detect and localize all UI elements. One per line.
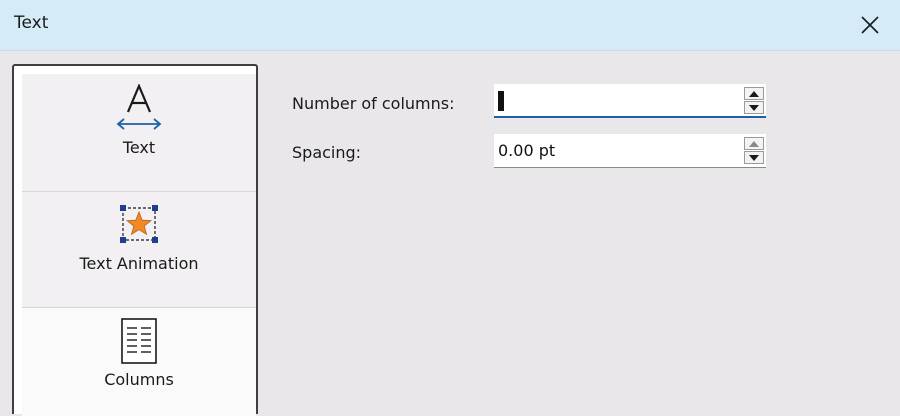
- spacing-label: Spacing:: [292, 143, 362, 162]
- sidebar-item-label: Columns: [104, 370, 174, 389]
- sidebar-item-text[interactable]: Text: [22, 74, 256, 192]
- spacing-field: [494, 134, 766, 168]
- sidebar-item-label: Text: [122, 138, 156, 157]
- arrow-down-icon: [749, 154, 759, 161]
- columns-icon: [121, 318, 157, 364]
- sidebar-item-label: Text Animation: [79, 254, 199, 273]
- spacing-increment-button[interactable]: [744, 137, 764, 150]
- columns-input[interactable]: [494, 84, 730, 116]
- sidebar-item-columns[interactable]: Columns: [22, 308, 256, 416]
- sidebar: Text Text Animation Columns: [12, 64, 258, 416]
- close-icon: [861, 16, 879, 34]
- title-bar: Text: [0, 0, 900, 51]
- columns-field: [494, 84, 766, 118]
- sidebar-item-text-animation[interactable]: Text Animation: [22, 192, 256, 308]
- text-icon: [116, 84, 162, 130]
- spacing-spinner: [744, 137, 764, 165]
- columns-spinner: [744, 87, 764, 115]
- columns-label: Number of columns:: [292, 94, 455, 113]
- columns-increment-button[interactable]: [744, 87, 764, 100]
- text-animation-icon: [120, 205, 158, 243]
- window-title: Text: [14, 13, 49, 33]
- arrow-up-icon: [749, 90, 759, 97]
- columns-decrement-button[interactable]: [744, 101, 764, 114]
- arrow-up-icon: [749, 140, 759, 147]
- spacing-input[interactable]: [494, 134, 730, 166]
- close-button[interactable]: [840, 0, 900, 50]
- spacing-decrement-button[interactable]: [744, 151, 764, 164]
- arrow-down-icon: [749, 104, 759, 111]
